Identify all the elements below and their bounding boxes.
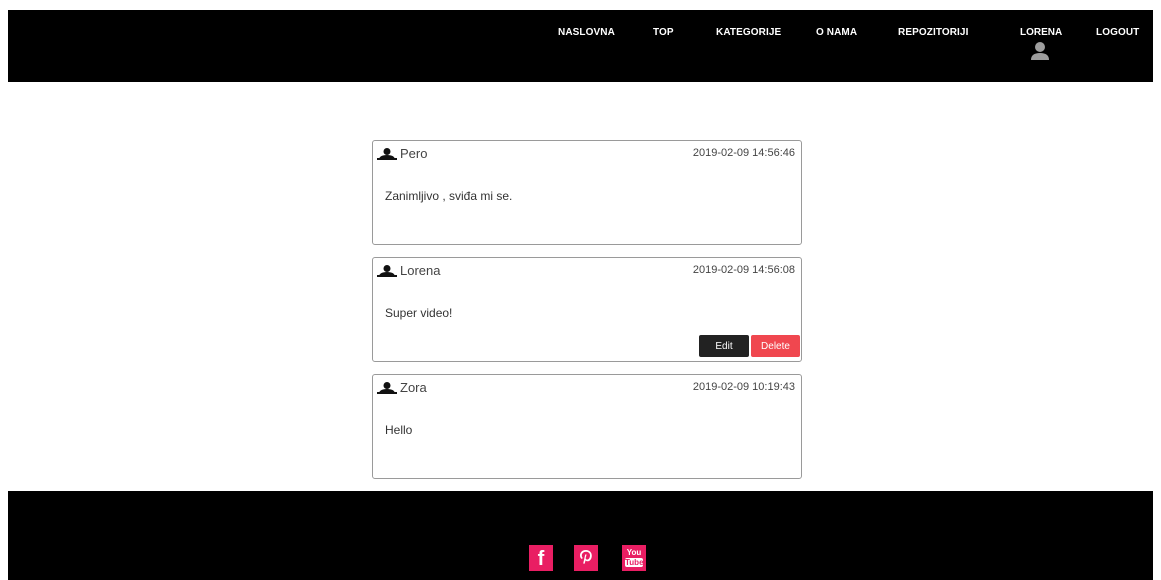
facebook-icon[interactable]: f: [529, 545, 553, 571]
comment-date: 2019-02-09 10:19:43: [692, 381, 795, 393]
pinterest-icon[interactable]: [574, 545, 598, 571]
comment-date: 2019-02-09 14:56:08: [692, 264, 795, 276]
youtube-label-bottom: Tube: [625, 558, 644, 567]
comment-card: Pero 2019-02-09 14:56:46 Zanimljivo , sv…: [372, 140, 802, 245]
top-navigation-bar: NASLOVNA TOP KATEGORIJE O NAMA REPOZITOR…: [8, 10, 1153, 82]
nav-item-top[interactable]: TOP: [653, 27, 674, 38]
edit-comment-button[interactable]: Edit: [699, 335, 749, 357]
user-avatar-icon: [1031, 42, 1049, 60]
nav-user-name: LORENA: [1020, 27, 1063, 38]
comment-card: Lorena 2019-02-09 14:56:08 Super video! …: [372, 257, 802, 362]
delete-comment-button[interactable]: Delete: [751, 335, 800, 357]
user-icon: [377, 381, 397, 394]
comment-author-name: Zora: [400, 380, 427, 395]
comment-text: Hello: [385, 423, 413, 437]
comment-date: 2019-02-09 14:56:46: [692, 147, 795, 159]
youtube-label-top: You: [626, 548, 642, 557]
comment-author-name: Pero: [400, 146, 428, 161]
comment-text: Zanimljivo , sviđa mi se.: [385, 189, 513, 203]
user-icon: [377, 264, 397, 277]
comment-card: Zora 2019-02-09 10:19:43 Hello: [372, 374, 802, 479]
footer: f You Tube: [8, 491, 1153, 580]
comment-text: Super video!: [385, 306, 453, 320]
nav-user-menu[interactable]: LORENA: [1020, 27, 1063, 61]
nav-item-naslovna[interactable]: NASLOVNA: [558, 27, 615, 38]
user-icon: [377, 147, 397, 160]
nav-item-kategorije[interactable]: KATEGORIJE: [716, 27, 781, 38]
nav-item-repozitoriji[interactable]: REPOZITORIJI: [898, 27, 968, 38]
comment-author-name: Lorena: [400, 263, 441, 278]
youtube-icon[interactable]: You Tube: [622, 545, 646, 571]
pinterest-glyph: [580, 550, 592, 564]
comment-author: Pero: [377, 146, 427, 161]
comment-author: Zora: [377, 380, 427, 395]
comment-author: Lorena: [377, 263, 440, 278]
nav-item-o-nama[interactable]: O NAMA: [816, 27, 857, 38]
logout-link[interactable]: LOGOUT: [1096, 27, 1139, 38]
